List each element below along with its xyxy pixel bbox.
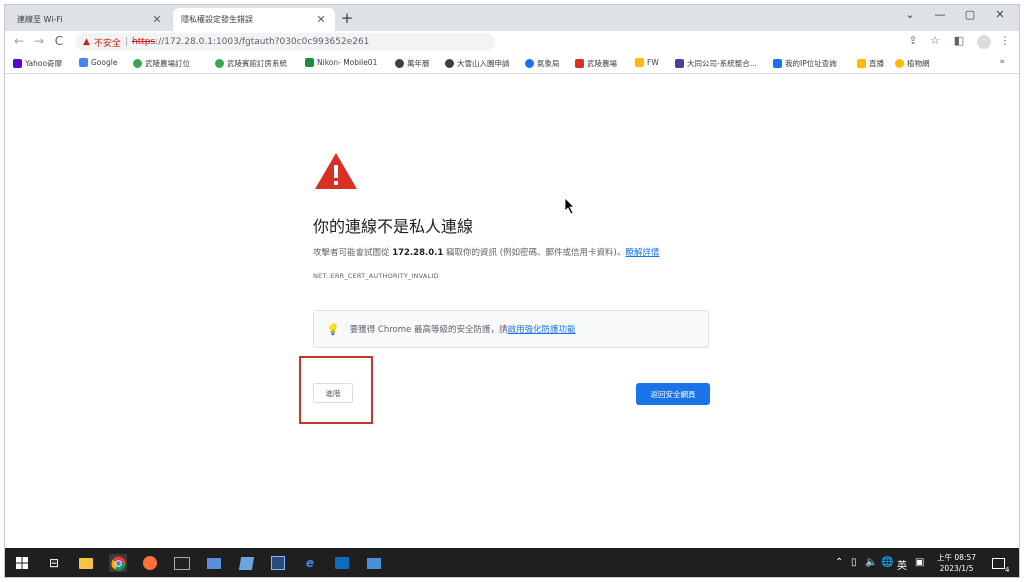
bookmark-item[interactable]: Yahoo奇摩 xyxy=(13,58,62,69)
url-scheme: https xyxy=(131,37,156,47)
system-clock[interactable]: 上午 08:57 2023/1/5 xyxy=(937,552,976,574)
forward-button[interactable]: → xyxy=(31,34,47,48)
new-tab-button[interactable]: + xyxy=(338,9,356,27)
folder-icon xyxy=(635,58,644,67)
google-icon xyxy=(79,58,88,67)
file-explorer-icon[interactable] xyxy=(77,554,95,572)
site-icon xyxy=(215,59,224,68)
side-panel-icon[interactable]: ◧ xyxy=(951,34,967,47)
tab-strip: 連線至 Wi-Fi ✕ 隱私權設定發生錯誤 ✕ + ⌄ — ▢ ✕ xyxy=(5,5,1019,31)
tab-wifi[interactable]: 連線至 Wi-Fi ✕ xyxy=(9,8,171,31)
clock-date: 2023/1/5 xyxy=(939,564,974,573)
app-icon[interactable] xyxy=(237,554,255,572)
ip-icon xyxy=(773,59,782,68)
bookmark-item[interactable]: 武陵農場 xyxy=(575,58,617,69)
error-code: NET::ERR_CERT_AUTHORITY_INVALID xyxy=(313,272,439,280)
advanced-button[interactable]: 進階 xyxy=(313,383,353,403)
site-icon xyxy=(675,59,684,68)
tab-title: 連線至 Wi-Fi xyxy=(17,15,63,24)
star-icon xyxy=(575,59,584,68)
bookmark-item[interactable]: Google xyxy=(79,58,117,67)
warning-triangle-icon xyxy=(315,153,357,189)
globe-icon xyxy=(395,59,404,68)
close-window-button[interactable]: ✕ xyxy=(990,8,1010,21)
lightbulb-icon: 💡 xyxy=(326,322,340,336)
profile-avatar[interactable] xyxy=(977,35,991,49)
bookmark-item[interactable]: 氣象局 xyxy=(525,58,560,69)
network-icon[interactable]: 🌐 xyxy=(881,557,893,568)
network-app-icon[interactable] xyxy=(269,554,287,572)
minimize-button[interactable]: — xyxy=(930,8,950,21)
input-method-indicator[interactable]: 英 xyxy=(897,557,907,572)
yahoo-icon xyxy=(13,59,22,68)
bookmark-item[interactable]: 萬年曆 xyxy=(395,58,430,69)
enhanced-protection-tip: 💡 要獲得 Chrome 最高等級的安全防護，請 啟用強化防護功能 xyxy=(313,310,709,348)
bookmark-folder[interactable]: FW xyxy=(635,58,659,67)
share-icon[interactable]: ⇪ xyxy=(905,34,921,47)
bookmark-item[interactable]: 武陵賓館訂房系統 xyxy=(215,58,287,69)
volume-icon[interactable]: 🔈 xyxy=(865,557,877,568)
error-description: 攻擊者可能會試圖從 172.28.0.1 竊取你的資訊 (例如密碼、郵件或信用卡… xyxy=(313,248,660,258)
bookmark-item[interactable]: 大雪山入園申請 xyxy=(445,58,510,69)
menu-icon[interactable]: ⋮ xyxy=(997,34,1013,47)
terminal-icon[interactable] xyxy=(173,554,191,572)
learn-more-link[interactable]: 瞭解詳情 xyxy=(625,248,659,258)
close-icon[interactable]: ✕ xyxy=(151,13,163,26)
mouse-cursor-icon xyxy=(565,198,575,214)
folder-icon xyxy=(857,59,866,68)
task-view-icon[interactable]: ⊟ xyxy=(45,554,63,572)
remote-desktop-icon[interactable] xyxy=(205,554,223,572)
app-window-icon[interactable] xyxy=(365,554,383,572)
ime-mode-icon[interactable]: ▣ xyxy=(915,557,924,568)
notification-count: 4 xyxy=(1005,565,1010,574)
bookmark-star-icon[interactable]: ☆ xyxy=(927,34,943,47)
warning-triangle-icon[interactable]: ▲ xyxy=(83,37,90,47)
bookmark-item[interactable]: Nikon- Mobile01 xyxy=(305,58,377,67)
globe-icon xyxy=(445,59,454,68)
bookmarks-bar: Yahoo奇摩 Google 武陵農場訂位 武陵賓館訂房系統 Nikon- Mo… xyxy=(5,53,1019,74)
bookmark-item[interactable]: 植物網 xyxy=(895,58,930,69)
bookmark-item[interactable]: 我的IP位址查詢 xyxy=(773,58,837,69)
clock-time: 上午 08:57 xyxy=(937,553,976,562)
tab-search-icon[interactable]: ⌄ xyxy=(900,8,920,21)
internet-explorer-icon[interactable]: e xyxy=(301,554,319,572)
bookmark-item[interactable]: 大同公司-系統整合... xyxy=(675,58,757,69)
browser-window: 連線至 Wi-Fi ✕ 隱私權設定發生錯誤 ✕ + ⌄ — ▢ ✕ ← → C … xyxy=(4,4,1020,578)
windows-taskbar: ⊟ e ⌃ ▯ 🔈 🌐 英 ▣ 上午 08:57 2023/1/5 4 xyxy=(5,548,1019,577)
url-separator: | xyxy=(124,37,128,47)
bookmark-item[interactable]: 武陵農場訂位 xyxy=(133,58,190,69)
site-icon xyxy=(305,58,314,67)
privacy-error-page: 你的連線不是私人連線 攻擊者可能會試圖從 172.28.0.1 竊取你的資訊 (… xyxy=(5,74,1019,548)
browser-toolbar: ← → C ▲ 不安全 | https ://172.28.0.1:1003/f… xyxy=(5,31,1019,53)
reload-button[interactable]: C xyxy=(51,34,67,48)
chrome-icon[interactable] xyxy=(109,554,127,572)
insecure-label[interactable]: 不安全 xyxy=(94,36,121,49)
tray-overflow-icon[interactable]: ⌃ xyxy=(835,557,843,568)
battery-icon[interactable]: ▯ xyxy=(851,557,857,568)
firefox-icon[interactable] xyxy=(141,554,159,572)
tab-privacy-error[interactable]: 隱私權設定發生錯誤 ✕ xyxy=(173,8,335,31)
bookmark-folder[interactable]: 直播 xyxy=(857,58,884,69)
url-text: ://172.28.0.1:1003/fgtauth?030c0c993652e… xyxy=(155,37,370,47)
restore-button[interactable]: ▢ xyxy=(960,8,980,21)
outlook-icon[interactable] xyxy=(333,554,351,572)
back-button[interactable]: ← xyxy=(11,34,27,48)
windows-start-icon[interactable] xyxy=(13,554,31,572)
bookmarks-overflow-button[interactable]: » xyxy=(999,57,1005,67)
site-icon xyxy=(895,59,904,68)
host-name: 172.28.0.1 xyxy=(392,248,444,258)
close-icon[interactable]: ✕ xyxy=(315,13,327,26)
page-title: 你的連線不是私人連線 xyxy=(313,217,474,236)
enable-protection-link[interactable]: 啟用強化防護功能 xyxy=(507,323,575,335)
address-bar[interactable]: ▲ 不安全 | https ://172.28.0.1:1003/fgtauth… xyxy=(75,33,495,51)
back-to-safety-button[interactable]: 返回安全網頁 xyxy=(636,383,710,405)
weather-icon xyxy=(525,59,534,68)
site-icon xyxy=(133,59,142,68)
notification-center-icon[interactable]: 4 xyxy=(989,554,1010,574)
tab-title: 隱私權設定發生錯誤 xyxy=(181,15,253,24)
